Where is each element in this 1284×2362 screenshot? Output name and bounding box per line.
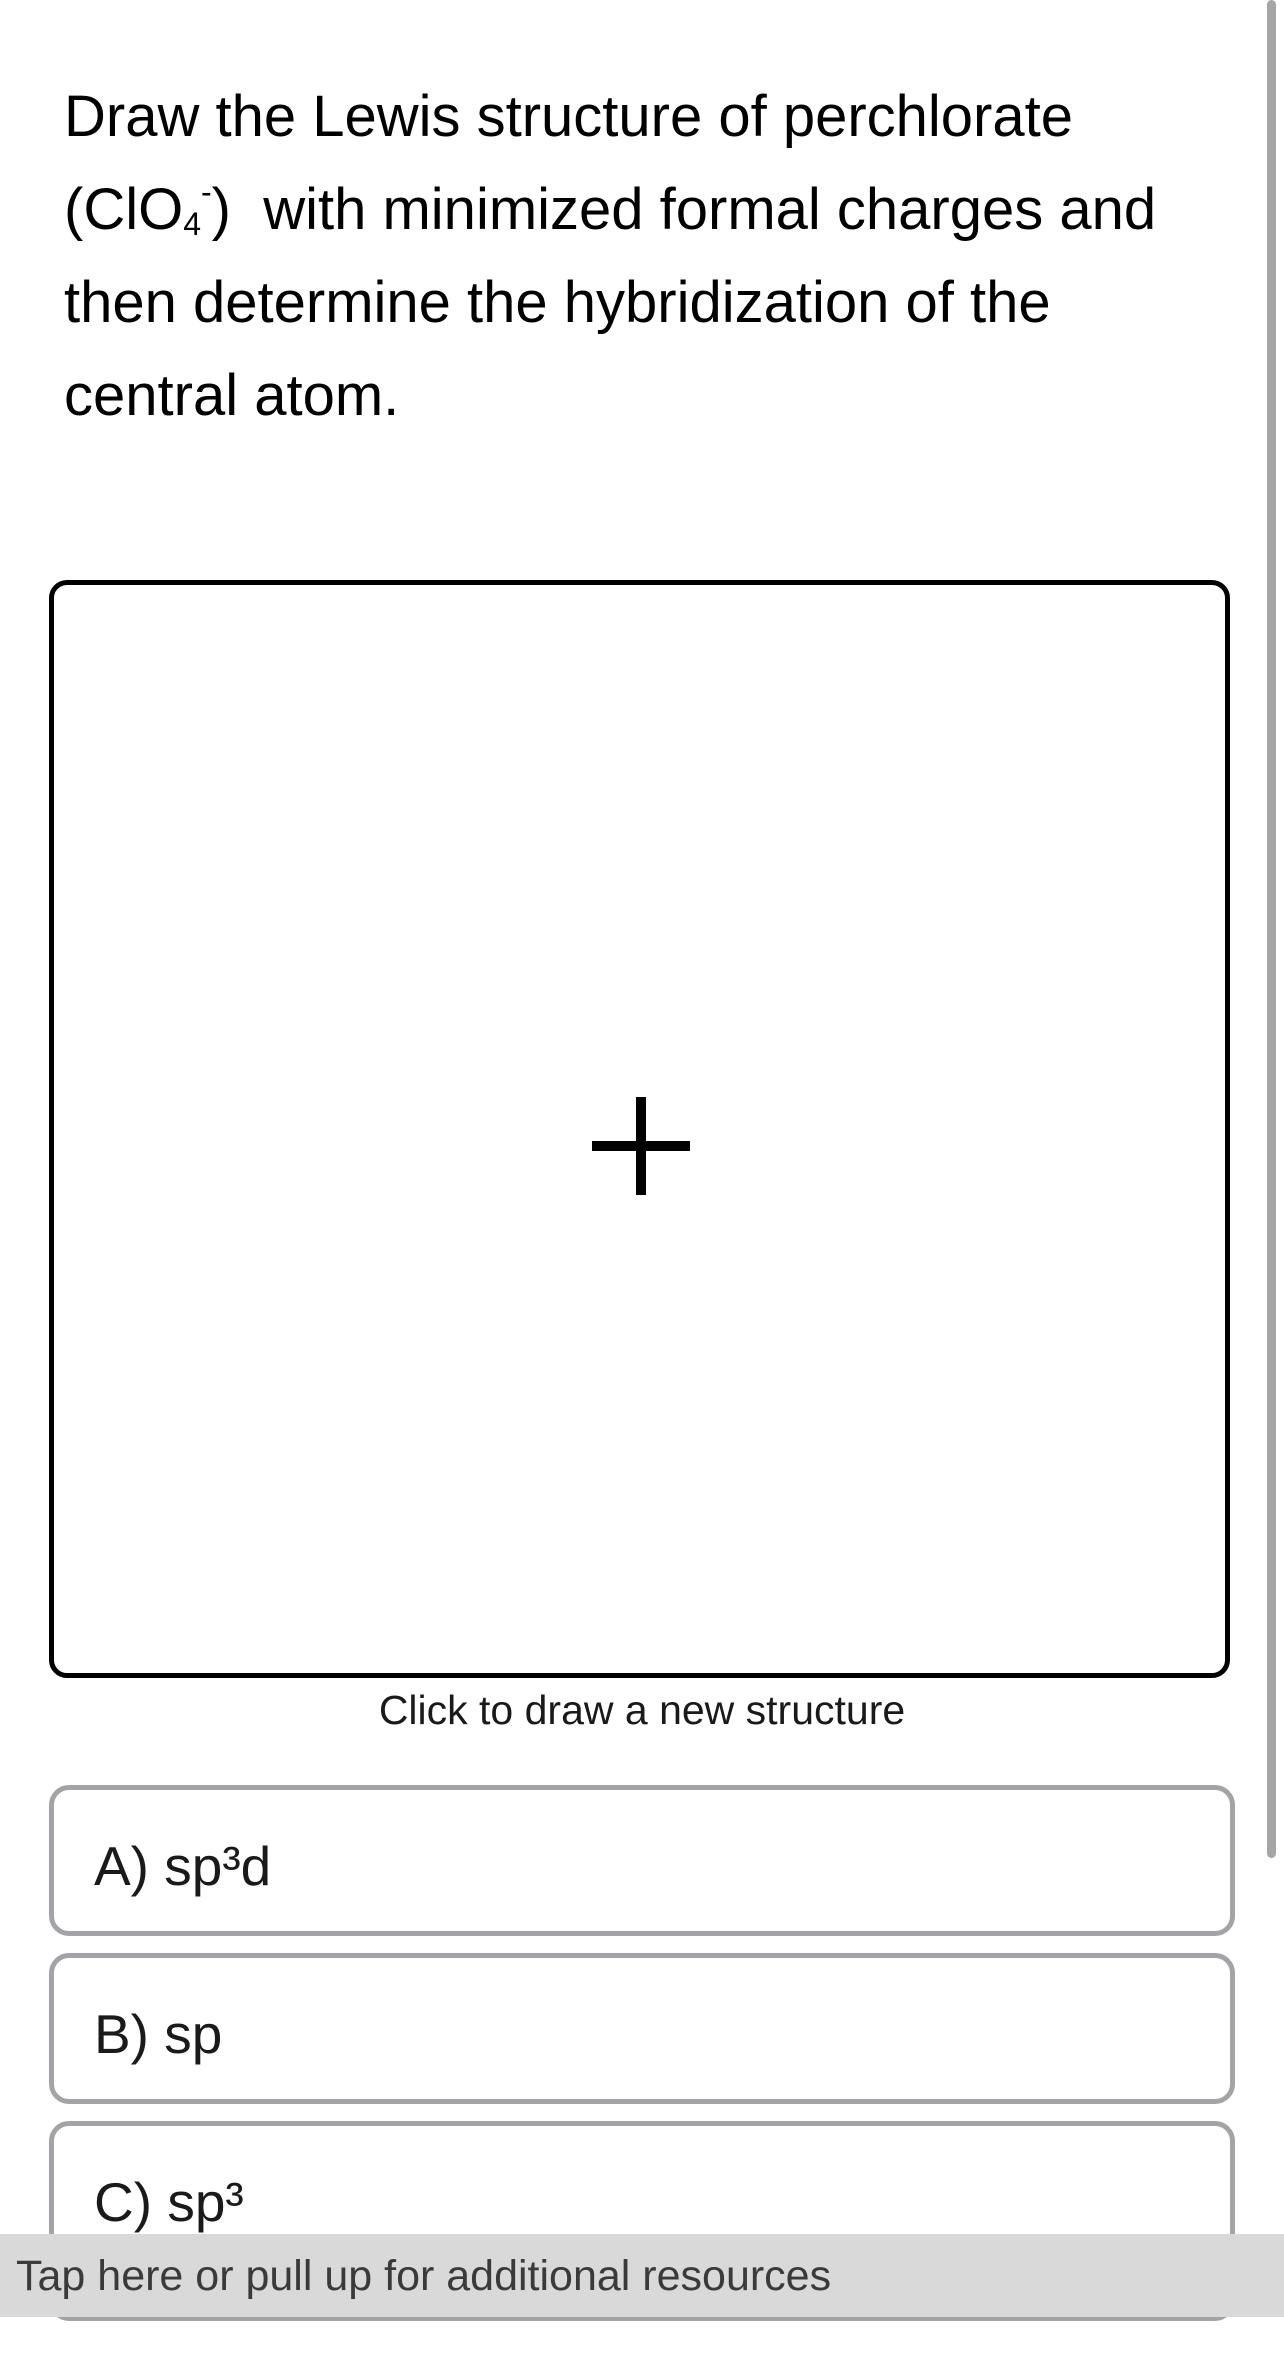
plus-icon[interactable]	[592, 1097, 690, 1195]
additional-resources-label: Tap here or pull up for additional resou…	[16, 2252, 832, 2300]
draw-structure-caption: Click to draw a new structure	[378, 1687, 906, 1733]
answer-option-label: A) sp³d	[94, 1835, 272, 1897]
formula: (ClO4-)	[64, 174, 231, 242]
scrollbar[interactable]	[1267, 0, 1276, 1858]
additional-resources-bar[interactable]: Tap here or pull up for additional resou…	[0, 2234, 1284, 2317]
question-line-1: Draw the Lewis structure of perchlorate	[64, 84, 1073, 149]
answer-option-label: C) sp³	[94, 2171, 244, 2233]
question-text: Draw the Lewis structure of perchlorate (…	[64, 70, 1204, 442]
answer-option-b[interactable]: B) sp	[49, 1953, 1235, 2104]
answer-option-a[interactable]: A) sp³d	[49, 1785, 1235, 1936]
answer-option-label: B) sp	[94, 2003, 223, 2065]
